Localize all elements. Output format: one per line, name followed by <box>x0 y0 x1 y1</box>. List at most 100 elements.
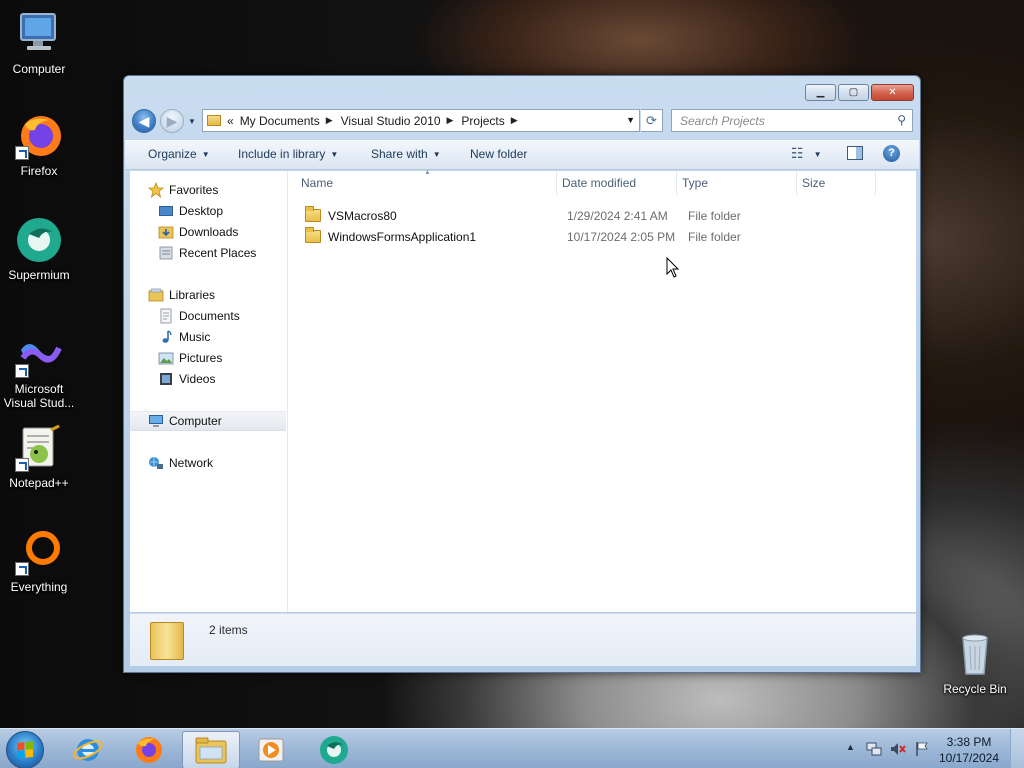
column-header-date-modified[interactable]: Date modified <box>562 176 636 190</box>
mouse-cursor-icon <box>666 257 680 278</box>
help-icon[interactable]: ? <box>883 145 900 162</box>
desktop-icon-firefox[interactable]: Firefox <box>1 112 77 178</box>
navigation-row: ◀ ▶ ▼ « My Documents ▶ Visual Studio 201… <box>132 108 914 134</box>
preview-pane-icon[interactable] <box>847 146 863 160</box>
window-controls: ▁ ▢ ✕ <box>805 84 914 101</box>
column-divider[interactable] <box>796 171 797 195</box>
network-tray-icon[interactable] <box>866 741 882 757</box>
desktop-icon-label: Supermium <box>8 268 70 282</box>
show-desktop-button[interactable] <box>1010 729 1024 768</box>
file-row[interactable]: VSMacros80 1/29/2024 2:41 AM File folder <box>289 206 916 226</box>
address-overflow[interactable]: « <box>227 114 234 128</box>
everything-icon <box>15 528 63 576</box>
nav-libraries-label: Libraries <box>169 288 216 302</box>
shortcut-arrow-icon <box>15 146 29 160</box>
search-input[interactable]: Search Projects ⚲ <box>671 109 913 132</box>
breadcrumb-separator-icon[interactable]: ▶ <box>447 115 454 126</box>
column-divider[interactable] <box>556 171 557 195</box>
address-bar[interactable]: « My Documents ▶ Visual Studio 2010 ▶ Pr… <box>202 109 640 132</box>
back-button[interactable]: ◀ <box>132 109 156 133</box>
nav-network[interactable]: Network <box>148 453 213 473</box>
media-player-icon <box>258 738 284 762</box>
action-center-flag-icon[interactable] <box>914 741 930 757</box>
desktop-icon-label: Computer <box>12 62 66 76</box>
nav-recent-places[interactable]: Recent Places <box>158 243 256 263</box>
column-header-name[interactable]: Name <box>301 176 333 190</box>
breadcrumb-separator-icon[interactable]: ▶ <box>511 115 518 126</box>
command-bar: Organize ▼ Include in library ▼ Share with… <box>125 139 919 170</box>
nav-downloads[interactable]: Downloads <box>158 222 238 242</box>
spacer-row <box>289 277 916 297</box>
refresh-button[interactable]: ⟳ <box>641 109 663 132</box>
breadcrumb-separator-icon[interactable]: ▶ <box>326 115 333 126</box>
taskbar-app-media-player[interactable] <box>242 731 300 768</box>
music-icon <box>158 329 174 345</box>
breadcrumb-projects[interactable]: Projects <box>461 114 504 128</box>
desktop-icon-label: Recycle Bin <box>943 682 1007 696</box>
file-row[interactable]: WindowsFormsApplication1 10/17/2024 2:05… <box>289 227 916 247</box>
file-date-modified: 10/17/2024 2:05 PM <box>567 230 676 244</box>
show-hidden-icons-button[interactable]: ▲ <box>846 742 855 752</box>
start-button[interactable] <box>6 731 44 768</box>
nav-videos[interactable]: Videos <box>158 369 215 389</box>
shortcut-arrow-icon <box>15 364 29 378</box>
desktop-icon-supermium[interactable]: Supermium <box>1 216 77 282</box>
maximize-button[interactable]: ▢ <box>838 84 869 101</box>
share-with-button[interactable]: Share with ▼ <box>371 147 441 161</box>
desktop-icon-computer[interactable]: Computer <box>1 10 77 76</box>
supermium-icon <box>15 216 63 264</box>
navigation-pane: Favorites Desktop Downloads Recent Place… <box>130 171 288 612</box>
taskbar-app-supermium[interactable] <box>305 731 363 768</box>
column-divider[interactable] <box>875 171 876 195</box>
desktop-icon-everything[interactable]: Everything <box>1 528 77 594</box>
organize-button[interactable]: Organize ▼ <box>148 147 210 161</box>
nav-pictures[interactable]: Pictures <box>158 348 222 368</box>
nav-documents-label: Documents <box>179 309 240 323</box>
desktop-icon-notepadpp[interactable]: Notepad++ <box>1 424 77 490</box>
back-arrow-icon: ◀ <box>138 112 150 129</box>
nav-desktop[interactable]: Desktop <box>158 201 223 221</box>
new-folder-button[interactable]: New folder <box>470 147 527 161</box>
desktop-icon-visual-studio[interactable]: Microsoft Visual Stud... <box>1 330 77 410</box>
nav-pictures-label: Pictures <box>179 351 223 365</box>
nav-network-label: Network <box>169 456 214 470</box>
organize-label: Organize <box>148 147 197 161</box>
recycle-bin-icon <box>951 630 999 678</box>
volume-muted-icon[interactable] <box>890 741 906 757</box>
taskbar-app-firefox[interactable] <box>120 731 178 768</box>
taskbar-app-internet-explorer[interactable] <box>59 731 117 768</box>
taskbar-app-windows-explorer[interactable] <box>182 731 240 768</box>
visual-studio-icon <box>15 330 63 378</box>
include-in-library-button[interactable]: Include in library ▼ <box>238 147 338 161</box>
desktop-icon-recycle-bin[interactable]: Recycle Bin <box>937 630 1013 696</box>
nav-documents[interactable]: Documents <box>158 306 240 326</box>
breadcrumb-my-documents[interactable]: My Documents <box>240 114 320 128</box>
change-view-button[interactable]: ☷ ▼ <box>791 145 821 162</box>
nav-libraries[interactable]: Libraries <box>148 285 215 305</box>
column-header-type[interactable]: Type <box>682 176 708 190</box>
forward-arrow-icon: ▶ <box>166 112 178 129</box>
dropdown-caret-icon: ▼ <box>813 150 822 159</box>
supermium-icon <box>320 736 348 764</box>
search-icon[interactable]: ⚲ <box>897 113 906 127</box>
system-clock[interactable]: 3:38 PM 10/17/2024 <box>934 734 1004 766</box>
nav-music[interactable]: Music <box>158 327 210 347</box>
close-button[interactable]: ✕ <box>871 84 914 101</box>
clock-date: 10/17/2024 <box>938 751 1000 765</box>
column-header-size[interactable]: Size <box>802 176 825 190</box>
column-divider[interactable] <box>676 171 677 195</box>
folder-icon <box>305 227 321 243</box>
dropdown-caret-icon: ▼ <box>201 150 210 159</box>
breadcrumb-visual-studio-2010[interactable]: Visual Studio 2010 <box>341 114 441 128</box>
nav-computer[interactable]: Computer <box>130 411 286 431</box>
nav-favorites[interactable]: Favorites <box>147 180 218 200</box>
downloads-icon <box>158 224 174 240</box>
forward-button[interactable]: ▶ <box>160 109 184 133</box>
desktop-icon-label: Notepad++ <box>9 476 69 490</box>
minimize-button[interactable]: ▁ <box>805 84 836 101</box>
dropdown-caret-icon: ▼ <box>432 150 441 159</box>
recent-pages-dropdown-icon[interactable]: ▼ <box>188 117 196 126</box>
address-history-dropdown-icon[interactable]: ▼ <box>626 115 635 125</box>
file-name: WindowsFormsApplication1 <box>328 230 477 244</box>
computer-icon <box>148 413 164 429</box>
